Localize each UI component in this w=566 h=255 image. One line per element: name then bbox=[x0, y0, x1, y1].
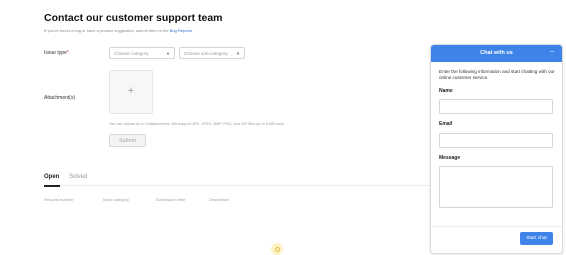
loading-icon bbox=[271, 243, 283, 255]
support-page: Contact our customer support team If you… bbox=[0, 0, 566, 255]
message-textarea[interactable] bbox=[439, 166, 553, 208]
page-subtitle: If you've found a bug or have a product … bbox=[44, 28, 193, 33]
tab-solved[interactable]: Solved bbox=[69, 174, 87, 180]
minimize-icon[interactable]: – bbox=[550, 48, 554, 55]
subcategory-placeholder: Choose sub-category bbox=[184, 51, 228, 56]
message-label: Message bbox=[439, 155, 461, 161]
chat-title: Chat with us bbox=[480, 49, 513, 56]
tabs-divider bbox=[44, 185, 430, 186]
subtitle-text: If you've found a bug or have a product … bbox=[44, 28, 170, 33]
category-placeholder: Choose category bbox=[114, 51, 149, 56]
column-header-description: Description bbox=[209, 197, 230, 202]
email-input[interactable] bbox=[439, 133, 553, 148]
column-header-request-number: Request number bbox=[44, 197, 74, 202]
chat-intro: Enter the following information and star… bbox=[439, 69, 555, 80]
required-mark: * bbox=[66, 50, 69, 56]
active-tab-indicator bbox=[44, 185, 60, 187]
upload-attachment-button[interactable]: + bbox=[109, 70, 153, 114]
chat-header: Chat with us – bbox=[431, 45, 562, 62]
category-select[interactable]: Choose category ▼ bbox=[109, 47, 175, 59]
chevron-down-icon: ▼ bbox=[166, 51, 170, 56]
attachments-label: Attachment(s) bbox=[44, 95, 76, 101]
issue-type-label: Issue type* bbox=[44, 50, 69, 56]
name-input[interactable] bbox=[439, 99, 553, 114]
chat-footer-divider bbox=[431, 226, 562, 227]
column-header-submission-time: Submission time bbox=[156, 197, 186, 202]
subcategory-select[interactable]: Choose sub-category ▼ bbox=[179, 47, 245, 59]
submit-button[interactable]: Submit bbox=[109, 134, 146, 147]
start-chat-button[interactable]: Start chat bbox=[520, 232, 553, 245]
upload-hint: You can upload up to 3 attachments. We s… bbox=[109, 122, 285, 126]
bug-reports-link[interactable]: Bug Reports bbox=[170, 28, 192, 33]
subtitle-suffix: . bbox=[191, 28, 194, 33]
tab-open[interactable]: Open bbox=[44, 174, 59, 180]
issue-type-text: Issue type bbox=[44, 50, 67, 56]
column-header-issue-category: Issue category bbox=[103, 197, 130, 202]
chevron-down-icon: ▼ bbox=[236, 51, 240, 56]
chat-widget: Chat with us – Enter the following infor… bbox=[430, 44, 563, 254]
page-title: Contact our customer support team bbox=[44, 12, 223, 24]
name-label: Name bbox=[439, 88, 453, 94]
plus-icon: + bbox=[127, 85, 135, 97]
email-label: Email bbox=[439, 121, 453, 127]
loading-spinner bbox=[274, 246, 280, 252]
